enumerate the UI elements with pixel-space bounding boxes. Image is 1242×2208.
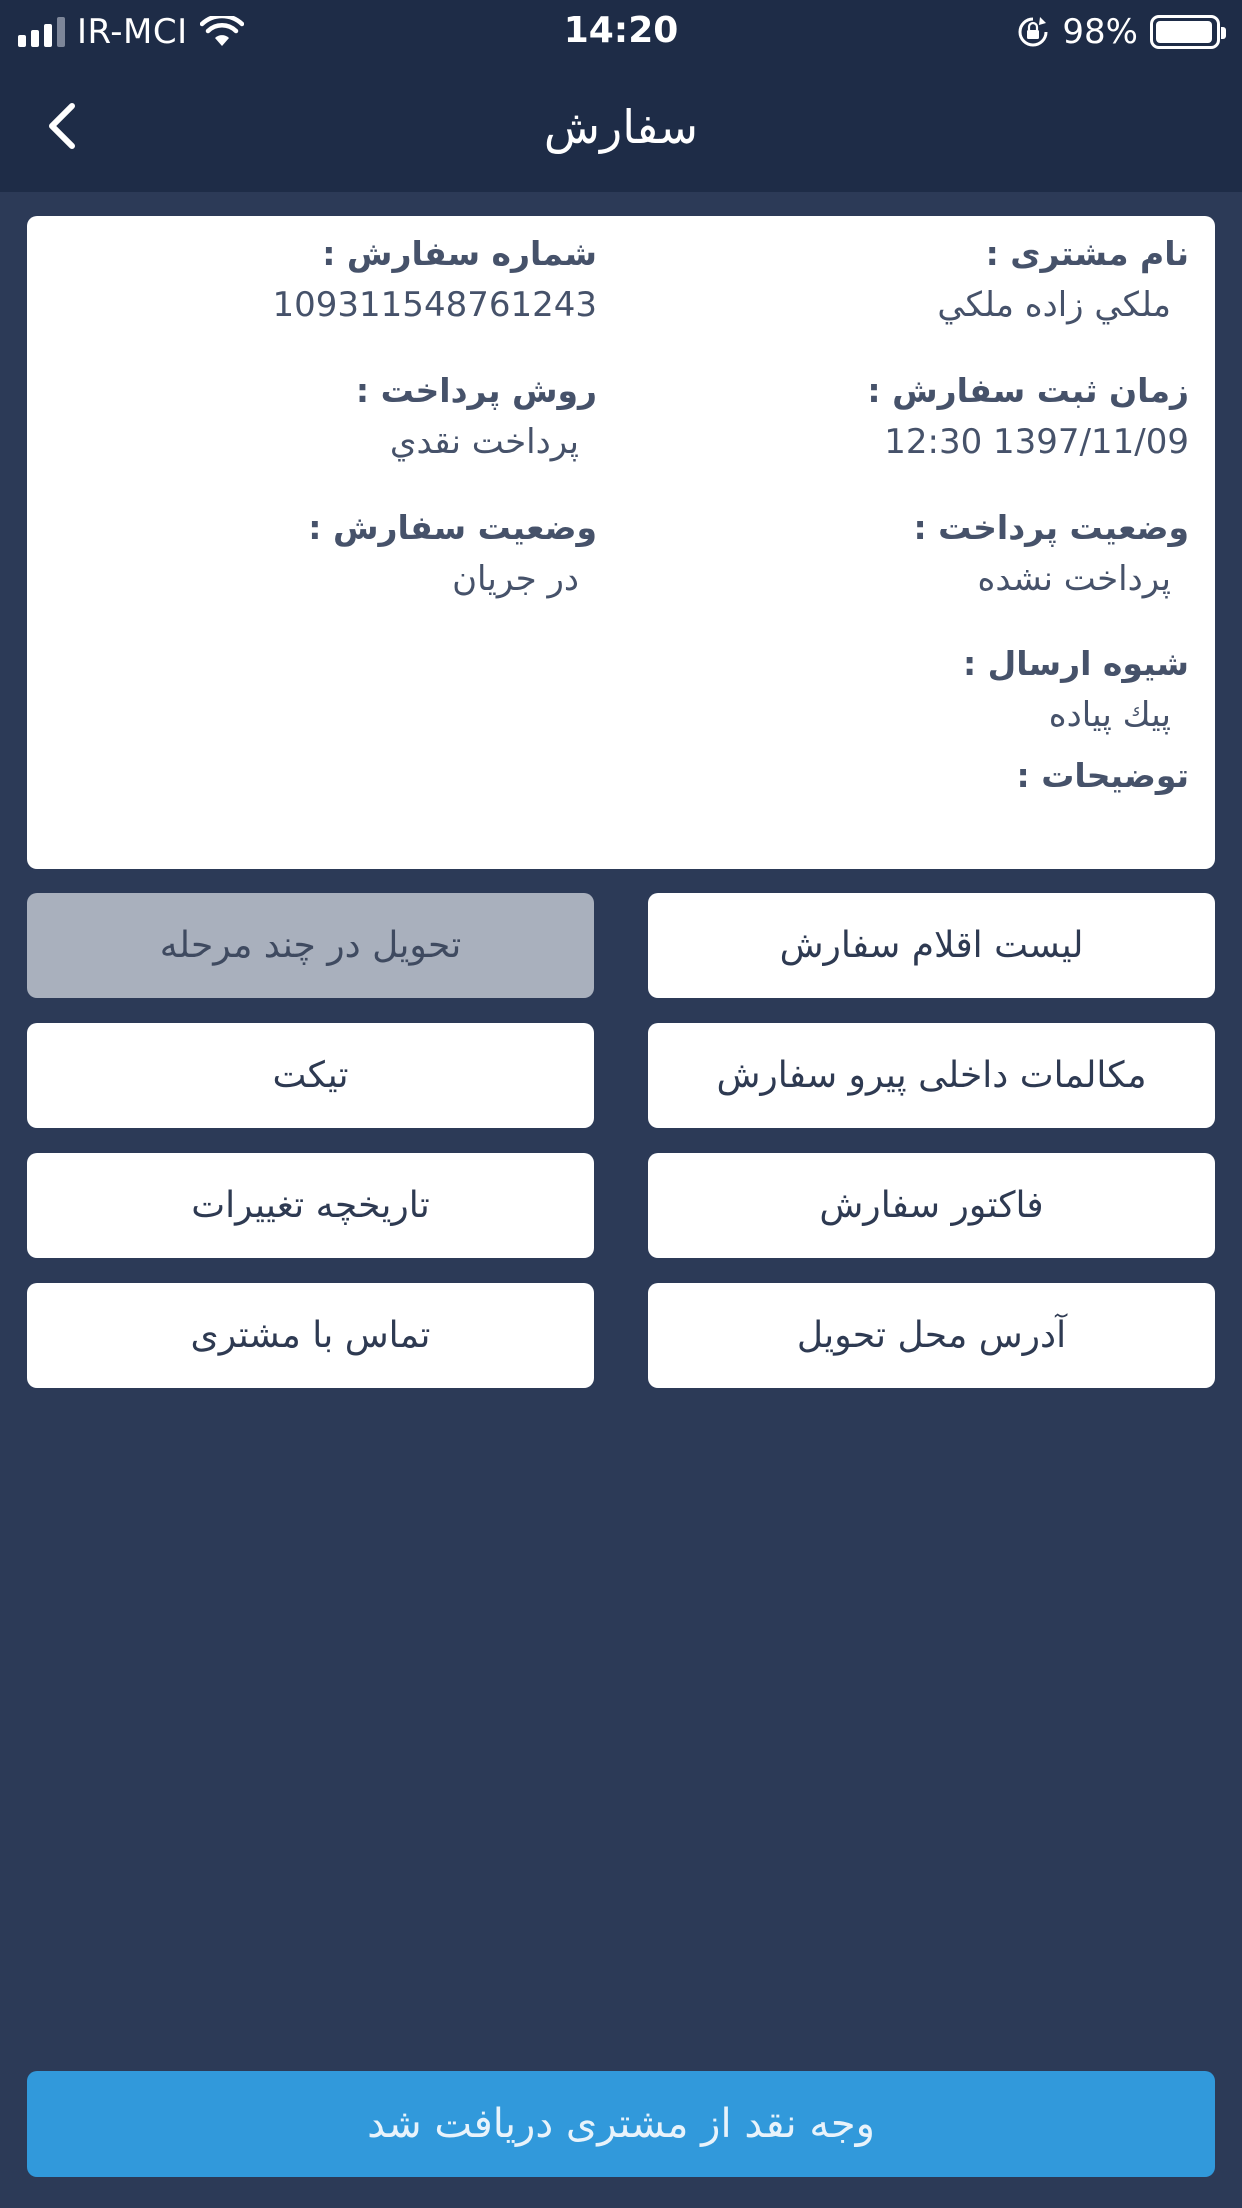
order-status-value: در جريان	[452, 559, 579, 599]
shipping-method-field: شیوه ارسال : پیك پیاده	[963, 644, 1189, 736]
order-number-label: شماره سفارش :	[322, 234, 597, 273]
order-time-field: زمان ثبت سفارش : 12:30 1397/11/09	[867, 371, 1189, 463]
contact-customer-button[interactable]: تماس با مشتری	[27, 1283, 594, 1388]
order-invoice-button[interactable]: فاکتور سفارش	[648, 1153, 1215, 1258]
order-status-field: وضعیت سفارش : در جريان	[308, 508, 597, 600]
order-number-value: 109311548761243	[272, 285, 597, 325]
status-bar: IR-MCI 14:20 98%	[0, 0, 1242, 62]
change-history-button[interactable]: تاریخچه تغییرات	[27, 1153, 594, 1258]
shipping-method-value: پیك پیاده	[1048, 695, 1171, 735]
status-right: 98%	[1016, 12, 1226, 52]
navigation-bar: سفارش	[0, 62, 1242, 192]
order-time-label: زمان ثبت سفارش :	[867, 371, 1189, 410]
payment-status-field: وضعیت پرداخت : پرداخت نشده	[914, 508, 1190, 600]
customer-name-field: نام مشتری : ملكي زاده ملكي	[937, 234, 1189, 326]
customer-name-value: ملكي زاده ملكي	[937, 285, 1171, 325]
notes-label: توضیحات :	[1016, 756, 1189, 795]
payment-method-label: روش پرداخت :	[355, 371, 597, 410]
payment-method-field: روش پرداخت : پرداخت نقدي	[356, 371, 597, 463]
payment-method-value: پرداخت نقدي	[389, 422, 579, 462]
order-items-button[interactable]: لیست اقلام سفارش	[648, 893, 1215, 998]
order-status-label: وضعیت سفارش :	[308, 508, 597, 547]
payment-status-value: پرداخت نشده	[977, 559, 1171, 599]
battery-icon	[1150, 15, 1226, 49]
order-time-value: 12:30 1397/11/09	[884, 422, 1189, 462]
delivery-address-button[interactable]: آدرس محل تحویل	[648, 1283, 1215, 1388]
cash-received-button[interactable]: وجه نقد از مشتری دریافت شد	[27, 2071, 1215, 2177]
customer-name-label: نام مشتری :	[985, 234, 1189, 273]
rotation-lock-icon	[1018, 17, 1048, 47]
ticket-button[interactable]: تیکت	[27, 1023, 594, 1128]
notes-field: توضیحات :	[1017, 756, 1189, 796]
multi-stage-delivery-button[interactable]: تحویل در چند مرحله	[27, 893, 594, 998]
battery-percentage: 98%	[1062, 12, 1138, 52]
order-info-card: نام مشتری : ملكي زاده ملكي شماره سفارش :…	[27, 216, 1215, 869]
order-number-field: شماره سفارش : 109311548761243	[273, 234, 597, 326]
payment-status-label: وضعیت پرداخت :	[913, 508, 1190, 547]
page-title: سفارش	[543, 100, 699, 154]
shipping-method-label: شیوه ارسال :	[962, 644, 1189, 683]
internal-messages-button[interactable]: مکالمات داخلی پیرو سفارش	[648, 1023, 1215, 1128]
